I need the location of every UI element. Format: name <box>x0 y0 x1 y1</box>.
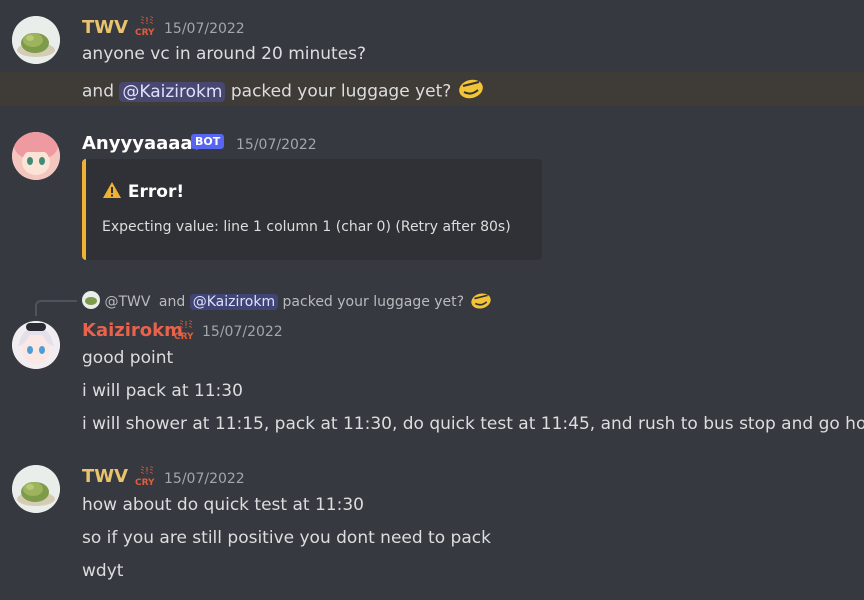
svg-text:ﾐ!ﾐ: ﾐ!ﾐ <box>140 16 154 27</box>
reply-preview[interactable]: @TWV and @Kaizirokm packed your luggage … <box>82 291 493 310</box>
message-line: anyone vc in around 20 minutes? <box>82 44 367 64</box>
svg-text:ﾐ!ﾐ: ﾐ!ﾐ <box>140 466 154 477</box>
reply-text-suffix: packed your luggage yet? <box>282 294 465 310</box>
anime-girl-white-hair-avatar-icon <box>12 321 60 369</box>
username[interactable]: TWV <box>82 17 128 38</box>
cry-badge: ﾐ!ﾐ CRY <box>173 318 197 348</box>
cry-badge: ﾐ!ﾐ CRY <box>134 464 158 494</box>
username[interactable]: Kaizirokm <box>82 320 183 341</box>
embed-description: Expecting value: line 1 column 1 (char 0… <box>102 219 511 235</box>
cry-badge-label: CRY <box>174 332 194 342</box>
anime-girl-pink-hair-avatar-icon <box>12 132 60 180</box>
embed-title-text: Error! <box>127 182 185 202</box>
message-line-mention: and @Kaizirokm packed your luggage yet? <box>82 78 485 105</box>
message-line: good point <box>82 348 174 368</box>
matcha-cake-avatar-icon <box>82 291 100 310</box>
reply-spine <box>35 300 77 316</box>
svg-text:ﾐ!ﾐ: ﾐ!ﾐ <box>179 320 193 331</box>
embed-title: Error! <box>102 181 184 202</box>
user-mention[interactable]: @Kaizirokm <box>119 81 226 102</box>
cry-badge: ﾐ!ﾐ CRY <box>134 14 158 44</box>
message-line: i will pack at 11:30 <box>82 381 243 401</box>
reply-text-prefix: and <box>158 294 186 310</box>
matcha-cake-avatar-icon <box>12 465 60 513</box>
username[interactable]: Anyyyaaaaa <box>82 133 205 154</box>
reply-mention[interactable]: @Kaizirokm <box>189 294 279 310</box>
username[interactable]: TWV <box>82 466 128 487</box>
message-line: so if you are still positive you dont ne… <box>82 528 491 548</box>
message-line: how about do quick test at 11:30 <box>82 495 364 515</box>
bot-tag: BOT <box>191 134 225 149</box>
face-emoji-icon[interactable] <box>457 78 485 105</box>
avatar[interactable] <box>12 16 60 64</box>
timestamp: 15/07/2022 <box>202 324 283 340</box>
warning-icon <box>102 182 122 202</box>
reply-author[interactable]: @TWV <box>104 294 150 310</box>
avatar[interactable] <box>12 132 60 180</box>
text-prefix: and <box>82 81 114 102</box>
face-emoji-icon <box>469 293 493 310</box>
matcha-cake-avatar-icon <box>12 16 60 64</box>
timestamp: 15/07/2022 <box>164 471 245 487</box>
cry-badge-label: CRY <box>135 478 155 488</box>
avatar[interactable] <box>12 321 60 369</box>
timestamp: 15/07/2022 <box>164 21 245 37</box>
error-embed: Error! Expecting value: line 1 column 1 … <box>82 159 542 260</box>
timestamp: 15/07/2022 <box>236 137 317 153</box>
text-suffix: packed your luggage yet? <box>230 81 452 102</box>
message-line: i will shower at 11:15, pack at 11:30, d… <box>82 414 864 434</box>
cry-badge-label: CRY <box>135 28 155 38</box>
message-line: wdyt <box>82 561 124 581</box>
avatar[interactable] <box>12 465 60 513</box>
